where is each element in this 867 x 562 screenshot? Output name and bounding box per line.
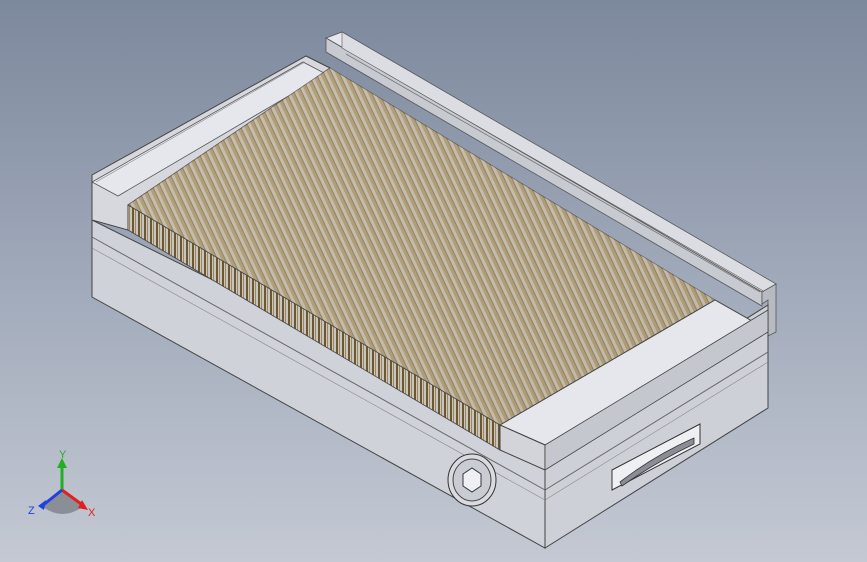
cad-viewport[interactable]: Y X Z <box>0 0 867 562</box>
x-axis-label: X <box>88 507 96 519</box>
axis-triad: Y X Z <box>28 449 96 519</box>
hex-socket-knob[interactable] <box>447 453 497 507</box>
magnetic-chuck-model[interactable] <box>0 0 867 562</box>
y-axis-label: Y <box>59 449 67 461</box>
z-axis-label: Z <box>28 505 35 517</box>
z-axis-arrow <box>38 500 46 510</box>
